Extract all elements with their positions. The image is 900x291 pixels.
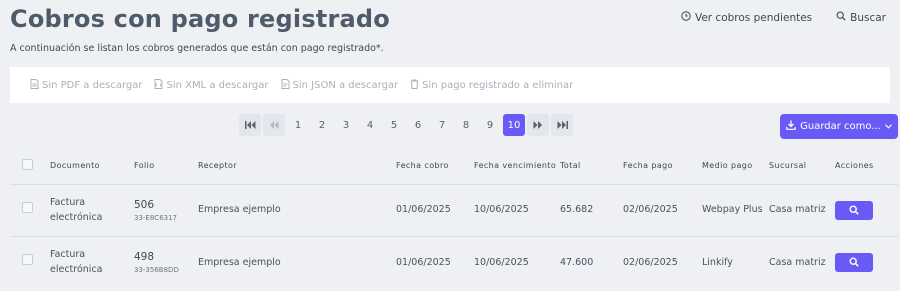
rewind-icon: [270, 121, 279, 129]
save-as-button[interactable]: Guardar como...: [780, 114, 898, 139]
table-row: Factura electrónica 498 33-356B8DD Empre…: [10, 235, 898, 288]
save-as-label: Guardar como...: [800, 121, 881, 132]
delete-payment-label: Sin pago registrado a eliminar: [422, 79, 574, 91]
cell-medio-pago: Linkify: [702, 235, 769, 288]
col-header-sucursal[interactable]: Sucursal: [769, 150, 835, 184]
cell-documento: Factura electrónica: [50, 235, 134, 288]
select-all-checkbox[interactable]: [22, 158, 33, 170]
previous-page-button[interactable]: [263, 114, 285, 136]
first-page-icon: [244, 121, 255, 129]
pending-charges-label: Ver cobros pendientes: [694, 11, 813, 24]
page-button[interactable]: 9: [479, 114, 501, 136]
file-json-icon: [281, 78, 290, 92]
pagination: 1 2 3 4 5 6 7 8 9 10: [239, 114, 573, 136]
download-xml-button[interactable]: Sin XML a descargar: [154, 78, 269, 92]
delete-payment-button[interactable]: Sin pago registrado a eliminar: [410, 79, 573, 92]
page-subtitle: A continuación se listan los cobros gene…: [10, 43, 384, 54]
search-icon: [836, 11, 846, 24]
search-label: Buscar: [850, 11, 886, 24]
folio-number: 506: [134, 199, 155, 212]
view-details-button[interactable]: [835, 200, 873, 220]
clock-icon: [681, 11, 691, 24]
last-page-icon: [557, 121, 568, 129]
download-pdf-button[interactable]: Sin PDF a descargar: [30, 78, 143, 92]
trash-icon: [410, 79, 419, 92]
download-json-label: Sin JSON a descargar: [292, 79, 399, 91]
col-header-fecha-vencimiento[interactable]: Fecha vencimiento: [474, 150, 560, 184]
cell-folio: 506 33-E8C6317: [134, 183, 198, 236]
col-header-receptor[interactable]: Receptor: [198, 150, 396, 184]
page-button[interactable]: 7: [431, 114, 453, 136]
next-page-button[interactable]: [527, 114, 549, 136]
page-title: Cobros con pago registrado: [10, 5, 390, 33]
header-actions: Ver cobros pendientes Buscar: [681, 11, 886, 24]
folio-number: 498: [134, 251, 155, 264]
download-icon: [786, 120, 796, 133]
current-page-button[interactable]: 10: [503, 114, 525, 136]
page-button[interactable]: 2: [311, 114, 333, 136]
fast-forward-icon: [533, 121, 542, 129]
page-button[interactable]: 1: [287, 114, 309, 136]
cell-receptor: Empresa ejemplo: [198, 235, 396, 288]
search-icon: [849, 257, 859, 268]
col-header-medio-pago[interactable]: Medio pago: [702, 150, 769, 184]
row-checkbox[interactable]: [22, 201, 33, 213]
cell-medio-pago: Webpay Plus: [702, 183, 769, 236]
search-icon: [849, 205, 859, 215]
cell-total: 65.682: [560, 183, 623, 236]
cell-documento: Factura electrónica: [50, 183, 134, 236]
folio-code: 33-E8C6317: [134, 213, 178, 222]
page-button[interactable]: 6: [407, 114, 429, 136]
table-header-row: Documento Folio Receptor Fecha cobro Fec…: [10, 150, 898, 184]
search-link[interactable]: Buscar: [836, 11, 886, 24]
page-button[interactable]: 3: [335, 114, 357, 136]
last-page-button[interactable]: [551, 114, 573, 136]
col-header-acciones: Acciones: [835, 161, 874, 171]
cell-fecha-cobro: 01/06/2025: [396, 235, 474, 288]
page-button[interactable]: 5: [383, 114, 405, 136]
file-xml-icon: [154, 78, 163, 92]
col-header-fecha-cobro[interactable]: Fecha cobro: [396, 150, 474, 184]
cell-fecha-cobro: 01/06/2025: [396, 183, 474, 236]
payments-table: Documento Folio Receptor Fecha cobro Fec…: [10, 150, 898, 288]
download-pdf-label: Sin PDF a descargar: [42, 79, 143, 91]
col-header-folio[interactable]: Folio: [134, 150, 198, 184]
file-pdf-icon: [30, 78, 39, 92]
row-checkbox[interactable]: [22, 254, 33, 266]
cell-sucursal: Casa matriz: [769, 183, 835, 236]
cell-fecha-vencimiento: 10/06/2025: [474, 183, 560, 236]
folio-code: 33-356B8DD: [134, 266, 179, 275]
first-page-button[interactable]: [239, 114, 261, 136]
table-row: Factura electrónica 506 33-E8C6317 Empre…: [10, 183, 898, 236]
download-json-button[interactable]: Sin JSON a descargar: [281, 78, 399, 92]
download-xml-label: Sin XML a descargar: [166, 79, 269, 91]
cell-total: 47.600: [560, 235, 623, 288]
cell-fecha-pago: 02/06/2025: [623, 183, 702, 236]
col-header-total[interactable]: Total: [560, 150, 623, 184]
col-header-documento[interactable]: Documento: [50, 150, 134, 184]
page-button[interactable]: 4: [359, 114, 381, 136]
cell-fecha-pago: 02/06/2025: [623, 235, 702, 288]
col-header-fecha-pago[interactable]: Fecha pago: [623, 150, 702, 184]
pending-charges-link[interactable]: Ver cobros pendientes: [681, 11, 812, 24]
cell-folio: 498 33-356B8DD: [134, 235, 198, 288]
cell-receptor: Empresa ejemplo: [198, 183, 396, 236]
page-button[interactable]: 8: [455, 114, 477, 136]
chevron-down-icon: [884, 121, 892, 132]
view-details-button[interactable]: [835, 252, 873, 272]
cell-sucursal: Casa matriz: [769, 235, 835, 288]
cell-fecha-vencimiento: 10/06/2025: [474, 235, 560, 288]
bulk-actions-toolbar: Sin PDF a descargar Sin XML a descargar …: [10, 67, 890, 103]
